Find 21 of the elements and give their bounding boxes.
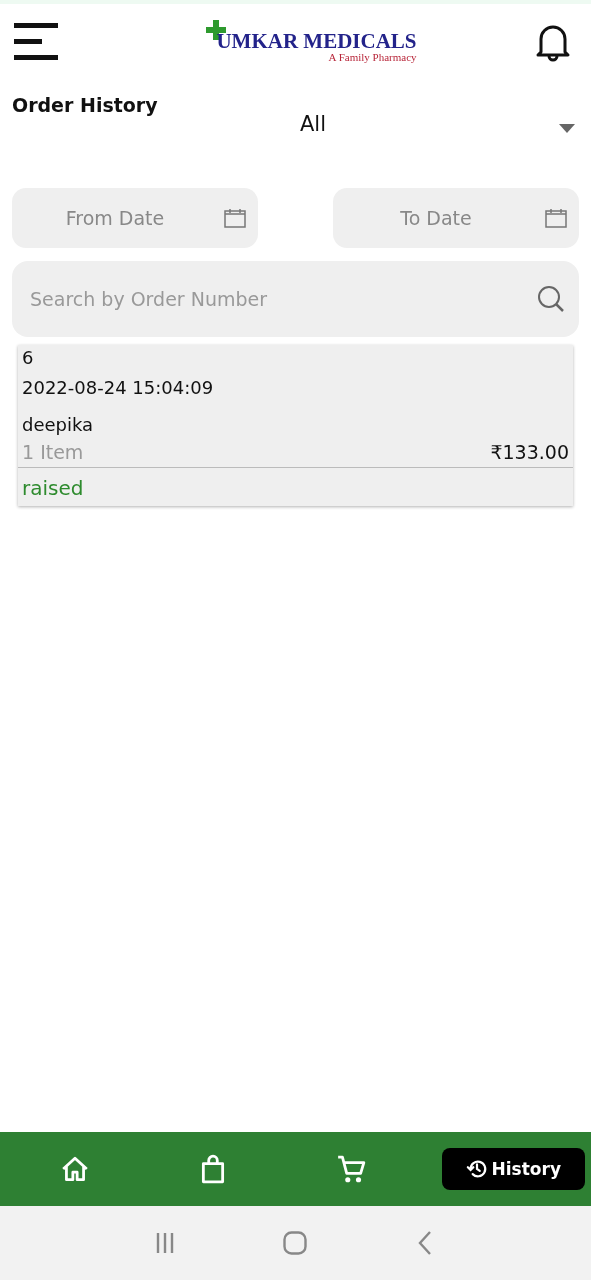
cart-icon [335,1154,366,1184]
order-total: ₹133.00 [490,441,569,463]
customer-name: deepika [22,414,95,435]
order-datetime: 2022-08-24 15:04:09 [22,377,215,398]
date-field[interactable]: To Date [333,188,579,248]
status-dropdown[interactable]: All [252,84,579,164]
order-card[interactable]: 6 2022-08-24 15:04:09 deepika 1 Item ₹133.00 raised [18,345,573,506]
home-button-icon[interactable] [283,1231,308,1255]
dropdown-caret-icon [559,124,575,133]
order-status: raised [22,475,85,502]
search-icon [537,285,565,313]
item-count: 1 Item [22,441,84,463]
history-icon [465,1158,488,1180]
calendar-icon [545,208,567,228]
menu-icon[interactable] [14,23,58,61]
history-tab[interactable]: History [441,1148,585,1190]
page-title: Order History [12,94,159,118]
date-field[interactable]: From Date [12,188,258,248]
order-number: 6 [22,347,35,368]
calendar-icon [224,208,246,228]
search-field[interactable]: Search by Order Number [12,261,579,337]
